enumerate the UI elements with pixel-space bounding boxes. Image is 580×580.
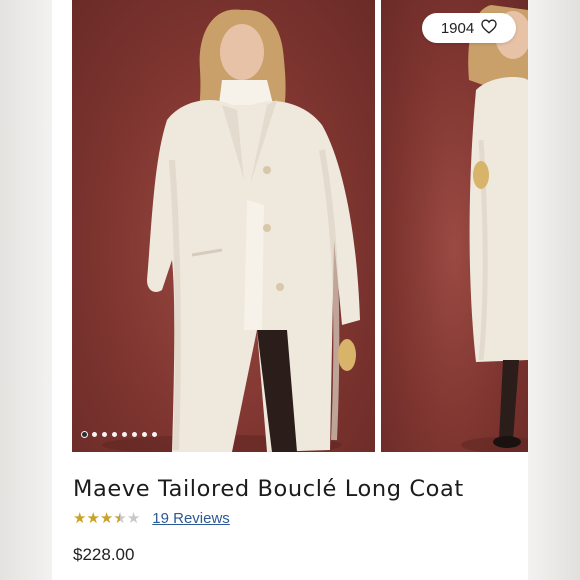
star-icon: ★ bbox=[73, 509, 87, 527]
image-carousel[interactable] bbox=[72, 0, 528, 452]
carousel-dot[interactable] bbox=[132, 432, 137, 437]
star-icon: ★ bbox=[113, 509, 127, 527]
favorite-button[interactable]: 1904 bbox=[422, 13, 516, 43]
carousel-dot[interactable] bbox=[92, 432, 97, 437]
carousel-dot[interactable] bbox=[142, 432, 147, 437]
carousel-dots[interactable] bbox=[82, 432, 157, 437]
product-image-main[interactable] bbox=[72, 0, 375, 452]
carousel-dot[interactable] bbox=[112, 432, 117, 437]
model-side-view-illustration bbox=[461, 5, 528, 452]
carousel-dot[interactable] bbox=[122, 432, 127, 437]
star-icon: ★ bbox=[99, 509, 114, 527]
favorite-count: 1904 bbox=[440, 19, 475, 37]
star-icon: ★ bbox=[126, 509, 141, 527]
rating-row: ★ ★ ★ ★ ★ 19 Reviews bbox=[73, 509, 230, 527]
star-icon: ★ bbox=[86, 509, 100, 527]
star-rating: ★ ★ ★ ★ ★ bbox=[73, 509, 140, 527]
product-image-next[interactable] bbox=[381, 0, 528, 452]
product-title: Maeve Tailored Bouclé Long Coat bbox=[73, 476, 464, 502]
right-backdrop bbox=[528, 0, 580, 580]
heart-icon bbox=[481, 18, 497, 38]
left-backdrop bbox=[0, 0, 52, 580]
model-in-coat-illustration bbox=[102, 9, 360, 452]
carousel-dot[interactable] bbox=[152, 432, 157, 437]
product-card: 1904 Maeve Tailored Bouclé Long Coat ★ ★ ★… bbox=[52, 0, 528, 580]
product-price: $228.00 bbox=[73, 545, 135, 564]
carousel-dot[interactable] bbox=[82, 432, 87, 437]
reviews-link[interactable]: 19 Reviews bbox=[152, 510, 230, 527]
carousel-dot[interactable] bbox=[102, 432, 107, 437]
